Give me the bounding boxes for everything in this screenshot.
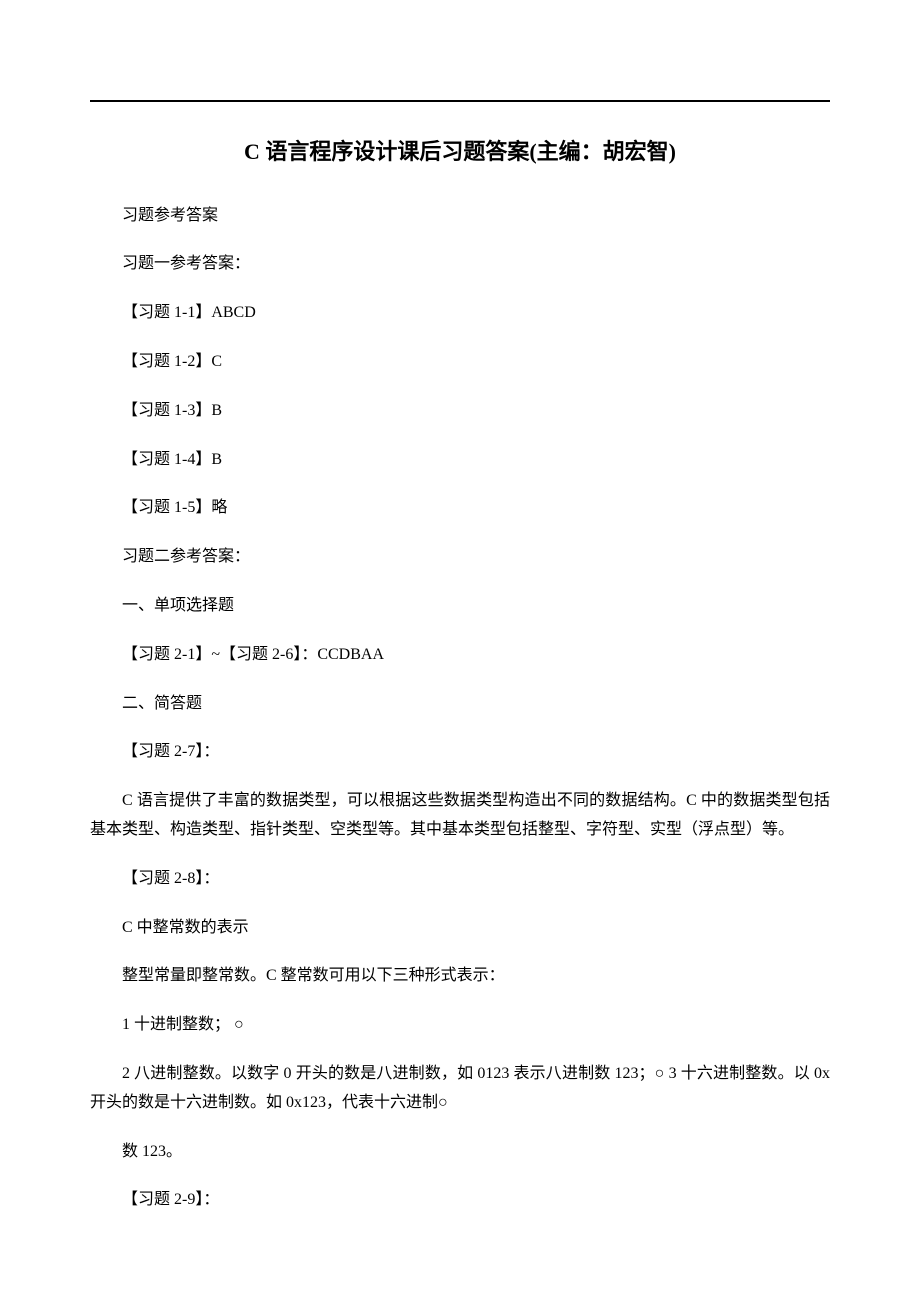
question-1-4: 【习题 1-4】B (90, 446, 830, 475)
question-1-1: 【习题 1-1】ABCD (90, 299, 830, 328)
question-1-5: 【习题 1-5】略 (90, 494, 830, 523)
section-1-header: 习题一参考答案： (90, 250, 830, 279)
question-2-7-label: 【习题 2-7】： (90, 738, 830, 767)
question-2-7-body: C 语言提供了丰富的数据类型，可以根据这些数据类型构造出不同的数据结构。C 中的… (90, 787, 830, 845)
question-2-9-label: 【习题 2-9】： (90, 1186, 830, 1215)
question-1-2: 【习题 1-2】C (90, 348, 830, 377)
question-2-1-to-6: 【习题 2-1】~【习题 2-6】：CCDBAA (90, 641, 830, 670)
question-2-8-label: 【习题 2-8】： (90, 865, 830, 894)
page-title: C 语言程序设计课后习题答案(主编：胡宏智) (90, 132, 830, 172)
question-1-3: 【习题 1-3】B (90, 397, 830, 426)
question-2-8-line-3: 1 十进制整数； ○ (90, 1011, 830, 1040)
question-2-8-line-1: C 中整常数的表示 (90, 914, 830, 943)
question-2-8-line-2: 整型常量即整常数。C 整常数可用以下三种形式表示： (90, 962, 830, 991)
answers-header: 习题参考答案 (90, 202, 830, 231)
question-2-8-line-4: 2 八进制整数。以数字 0 开头的数是八进制数，如 0123 表示八进制数 12… (90, 1060, 830, 1118)
section-2-header: 习题二参考答案： (90, 543, 830, 572)
part-2-header: 二、简答题 (90, 690, 830, 719)
question-2-8-line-5: 数 123。 (90, 1138, 830, 1167)
part-1-header: 一、单项选择题 (90, 592, 830, 621)
top-divider (90, 100, 830, 102)
